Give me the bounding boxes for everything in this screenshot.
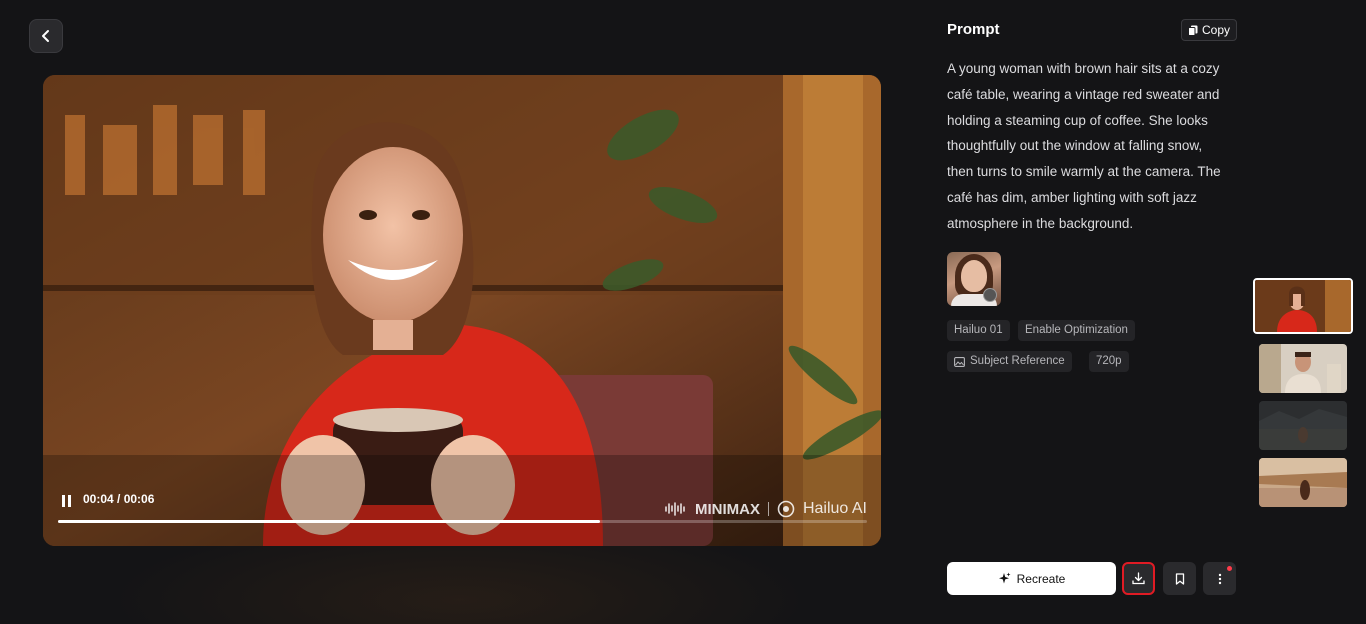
gallery-thumb-2[interactable] bbox=[1259, 344, 1347, 393]
prompt-title: Prompt bbox=[947, 21, 1000, 38]
tag-resolution: 720p bbox=[1089, 351, 1129, 372]
person-icon bbox=[983, 288, 997, 302]
tag-optimization-label: Enable Optimization bbox=[1025, 320, 1128, 341]
watermark-minimax: MINIMAX bbox=[695, 501, 760, 518]
video-player[interactable]: 00:04 / 00:06 MINIMAX Hailuo AI bbox=[43, 75, 881, 546]
gallery-thumb-3[interactable] bbox=[1259, 401, 1347, 450]
hailuo-logo-icon bbox=[777, 500, 795, 518]
tag-subject-reference-label: Subject Reference bbox=[970, 351, 1065, 372]
copy-icon bbox=[1188, 25, 1198, 36]
gallery-thumb-1[interactable] bbox=[1253, 278, 1353, 334]
watermark-divider bbox=[768, 502, 769, 516]
back-button[interactable] bbox=[29, 19, 63, 53]
video-controls: 00:04 / 00:06 MINIMAX Hailuo AI bbox=[57, 492, 867, 532]
prompt-panel: Prompt Copy A young woman with brown hai… bbox=[947, 0, 1237, 624]
sparkle-icon bbox=[998, 572, 1011, 585]
gallery-thumb-4-image bbox=[1259, 458, 1347, 507]
tag-model-label: Hailuo 01 bbox=[954, 320, 1003, 341]
notification-dot bbox=[1227, 566, 1232, 571]
gallery-thumb-1-image bbox=[1255, 280, 1351, 332]
video-frame bbox=[43, 75, 881, 546]
recreate-label: Recreate bbox=[1017, 572, 1066, 586]
gallery-thumb-3-image bbox=[1259, 401, 1347, 450]
minimax-logo-icon bbox=[665, 501, 687, 517]
prompt-text: A young woman with brown hair sits at a … bbox=[947, 56, 1232, 237]
time-display: 00:04 / 00:06 bbox=[83, 492, 154, 506]
progress-bar[interactable] bbox=[58, 520, 867, 523]
progress-fill bbox=[58, 520, 600, 523]
tag-resolution-label: 720p bbox=[1096, 351, 1122, 372]
gallery-thumb-4[interactable] bbox=[1259, 458, 1347, 507]
watermark-hailuo: Hailuo AI bbox=[803, 500, 867, 518]
recreate-button[interactable]: Recreate bbox=[947, 562, 1116, 595]
copy-button[interactable]: Copy bbox=[1181, 19, 1237, 41]
action-bar: Recreate bbox=[947, 562, 1237, 596]
thumbnail-face bbox=[961, 260, 987, 292]
image-icon bbox=[954, 357, 965, 367]
more-vertical-icon bbox=[1218, 573, 1222, 585]
watermark: MINIMAX Hailuo AI bbox=[665, 500, 867, 518]
gallery-thumb-2-image bbox=[1259, 344, 1347, 393]
copy-label: Copy bbox=[1202, 23, 1230, 37]
download-button[interactable] bbox=[1122, 562, 1155, 595]
tag-subject-reference: Subject Reference bbox=[947, 351, 1072, 372]
bookmark-icon bbox=[1175, 573, 1185, 585]
tag-optimization: Enable Optimization bbox=[1018, 320, 1135, 341]
tag-model: Hailuo 01 bbox=[947, 320, 1010, 341]
bookmark-button[interactable] bbox=[1163, 562, 1196, 595]
subject-reference-thumbnail[interactable] bbox=[947, 252, 1001, 306]
chevron-left-icon bbox=[39, 29, 53, 43]
pause-icon[interactable] bbox=[61, 494, 73, 508]
more-options-button[interactable] bbox=[1203, 562, 1236, 595]
download-icon bbox=[1132, 572, 1145, 585]
